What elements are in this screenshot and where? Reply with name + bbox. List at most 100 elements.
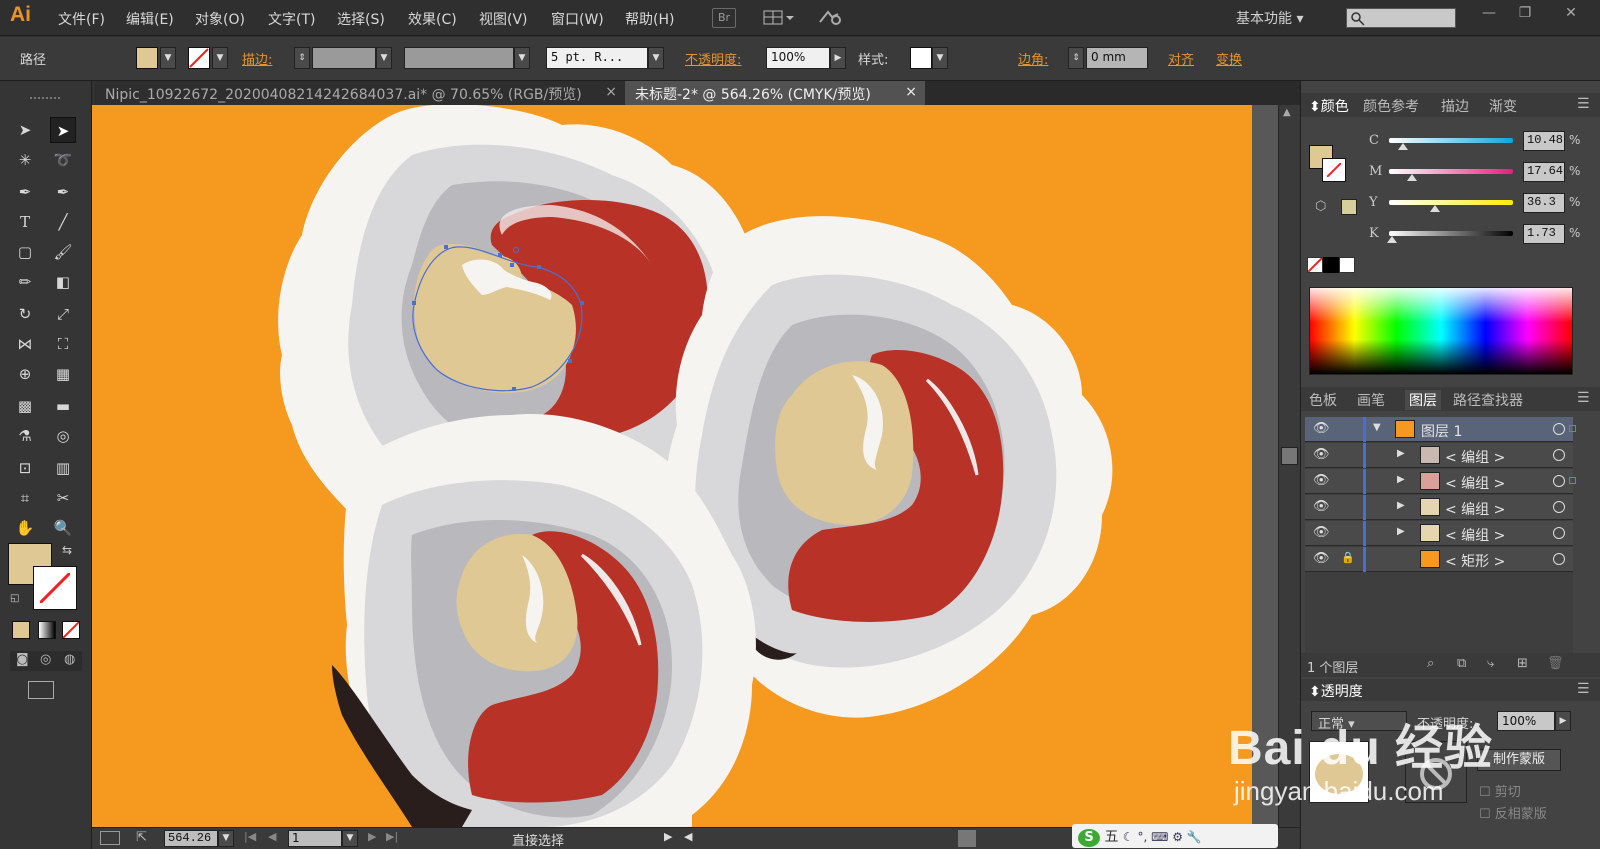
scroll-up-icon[interactable]: ▲ (1283, 107, 1291, 118)
shape-builder-tool-icon[interactable]: ⊕ (12, 361, 38, 387)
layer-row-top[interactable]: 👁 ▼ 图层 1 (1305, 417, 1576, 442)
zoom-input[interactable]: 564.26 (164, 830, 218, 847)
menu-effect[interactable]: 效果(C) (408, 9, 457, 29)
white-swatch[interactable] (1339, 257, 1355, 273)
menu-type[interactable]: 文字(T) (268, 9, 315, 29)
artboard-tool-icon[interactable]: ⌗ (12, 485, 38, 511)
target-circle-icon[interactable] (1553, 501, 1565, 513)
corner-radius-input[interactable]: 0 mm (1086, 47, 1148, 69)
width-tool-icon[interactable]: ⋈ (12, 331, 38, 357)
help-search-input[interactable] (1346, 8, 1456, 28)
selection-square-icon[interactable] (1569, 425, 1576, 432)
expand-triangle-icon[interactable]: ▶ (1397, 448, 1405, 459)
new-sublayer-icon[interactable]: ⤷ (1487, 656, 1494, 671)
visibility-eye-icon[interactable]: 👁 (1313, 421, 1330, 436)
brush-definition[interactable]: 5 pt. R... (546, 47, 648, 69)
stroke-label[interactable]: 描边: (242, 49, 272, 68)
rectangle-tool-icon[interactable]: ▢ (12, 239, 38, 265)
expand-triangle-icon[interactable]: ▶ (1397, 474, 1405, 485)
channel-value-k[interactable]: 1.73 (1523, 224, 1565, 244)
menu-view[interactable]: 视图(V) (479, 9, 528, 29)
selection-square-icon[interactable] (1569, 477, 1576, 484)
pen-tool-icon[interactable]: ✒ (12, 179, 38, 205)
tab-close-icon[interactable]: × (605, 84, 617, 100)
align-link[interactable]: 对齐 (1168, 49, 1194, 68)
artboard-number-input[interactable]: 1 (288, 830, 342, 847)
line-tool-icon[interactable]: ╱ (50, 209, 76, 235)
tab-layers[interactable]: 图层 (1405, 390, 1441, 410)
transform-link[interactable]: 变换 (1216, 49, 1242, 68)
menu-edit[interactable]: 编辑(E) (126, 9, 174, 29)
invert-mask-checkbox[interactable]: ☐ 反相蒙版 (1479, 803, 1547, 822)
channel-slider-y[interactable] (1389, 200, 1513, 205)
visibility-eye-icon[interactable]: 👁 (1313, 551, 1330, 566)
target-circle-icon[interactable] (1553, 475, 1565, 487)
expand-triangle-icon[interactable]: ▶ (1397, 526, 1405, 537)
menu-select[interactable]: 选择(S) (337, 9, 385, 29)
scale-tool-icon[interactable]: ⤢ (50, 301, 76, 327)
type-tool-icon[interactable]: T (12, 209, 38, 235)
visibility-eye-icon[interactable]: 👁 (1313, 473, 1330, 488)
menu-file[interactable]: 文件(F) (58, 9, 105, 29)
stroke-weight-stepper[interactable]: ⇕ (294, 47, 310, 69)
target-circle-icon[interactable] (1553, 553, 1565, 565)
hand-tool-icon[interactable]: ✋ (12, 515, 38, 541)
tab-color[interactable]: ⬍颜色 (1309, 96, 1349, 116)
stroke-swatch[interactable] (188, 47, 210, 69)
visibility-eye-icon[interactable]: 👁 (1313, 447, 1330, 462)
out-of-gamut-icon[interactable]: ⬡ (1315, 199, 1326, 214)
brush-dropdown[interactable]: ▼ (648, 47, 664, 69)
mesh-tool-icon[interactable]: ▩ (12, 393, 38, 419)
minimize-button[interactable]: — (1474, 4, 1504, 24)
none-mode-button[interactable] (62, 621, 80, 639)
channel-value-m[interactable]: 17.64 (1523, 162, 1565, 182)
style-dropdown[interactable]: ▼ (932, 47, 948, 69)
target-circle-icon[interactable] (1553, 449, 1565, 461)
draw-modes[interactable]: ◙ ◎ ◍ (10, 651, 82, 671)
next-artboard-icon[interactable]: ▶ (368, 830, 376, 843)
visibility-eye-icon[interactable]: 👁 (1313, 525, 1330, 540)
corner-stepper[interactable]: ⇕ (1068, 47, 1084, 69)
rotate-tool-icon[interactable]: ↻ (12, 301, 38, 327)
column-graph-tool-icon[interactable]: ▥ (50, 455, 76, 481)
ime-toolbar[interactable]: S 五 ☾ °, ⌨ ⚙ 🔧 (1072, 824, 1278, 848)
variable-width-profile[interactable] (404, 47, 514, 69)
horizontal-scroll-thumb[interactable] (958, 830, 976, 847)
locate-object-icon[interactable]: ⌕ (1427, 656, 1434, 671)
zoom-dropdown[interactable]: ▼ (218, 830, 234, 847)
gradient-tool-icon[interactable]: ▬ (50, 393, 76, 419)
color-stroke-swatch[interactable] (1322, 158, 1346, 182)
stroke-color-box[interactable] (33, 566, 77, 610)
expand-triangle-icon[interactable]: ▶ (1397, 500, 1405, 511)
prev-artboard-icon[interactable]: ◀ (268, 830, 276, 843)
symbol-sprayer-tool-icon[interactable]: ⊡ (12, 455, 38, 481)
share-icon[interactable]: ⇱ (136, 830, 147, 845)
sublayer-row[interactable]: 👁 🔒 < 矩形 > (1305, 547, 1573, 572)
perspective-grid-tool-icon[interactable]: ▦ (50, 361, 76, 387)
curvature-tool-icon[interactable]: ✒ (50, 179, 76, 205)
pencil-tool-icon[interactable]: ✏ (12, 269, 38, 295)
status-menu-icon[interactable]: ▶ (664, 830, 672, 843)
delete-layer-icon[interactable]: 🗑 (1547, 656, 1564, 671)
magic-wand-tool-icon[interactable]: ✳ (12, 147, 38, 173)
tab-swatches[interactable]: 色板 (1309, 390, 1337, 410)
eraser-tool-icon[interactable]: ◧ (50, 269, 76, 295)
transparency-opacity-input[interactable]: 100% (1497, 711, 1555, 731)
opacity-flyout[interactable]: ▶ (830, 47, 846, 69)
first-artboard-icon[interactable]: |◀ (244, 830, 256, 843)
artboard-dropdown[interactable]: ▼ (342, 830, 358, 847)
stroke-weight-input[interactable] (312, 47, 376, 69)
tab-brushes[interactable]: 画笔 (1357, 390, 1385, 410)
tab-pathfinder[interactable]: 路径查找器 (1453, 390, 1523, 410)
panel-menu-icon[interactable]: ☰ (1577, 681, 1590, 697)
transparency-opacity-flyout[interactable]: ▶ (1555, 711, 1571, 731)
last-artboard-icon[interactable]: ▶| (386, 830, 398, 843)
gamut-swatch[interactable] (1341, 199, 1357, 215)
menu-help[interactable]: 帮助(H) (625, 9, 674, 29)
scroll-thumb[interactable] (1281, 447, 1298, 465)
sublayer-row[interactable]: 👁 ▶ < 编组 > (1305, 469, 1576, 494)
opacity-label[interactable]: 不透明度: (685, 49, 741, 68)
tab-stroke[interactable]: 描边 (1441, 96, 1469, 116)
workspace-switcher[interactable]: 基本功能 ▾ (1236, 8, 1303, 28)
blend-tool-icon[interactable]: ◎ (50, 423, 76, 449)
